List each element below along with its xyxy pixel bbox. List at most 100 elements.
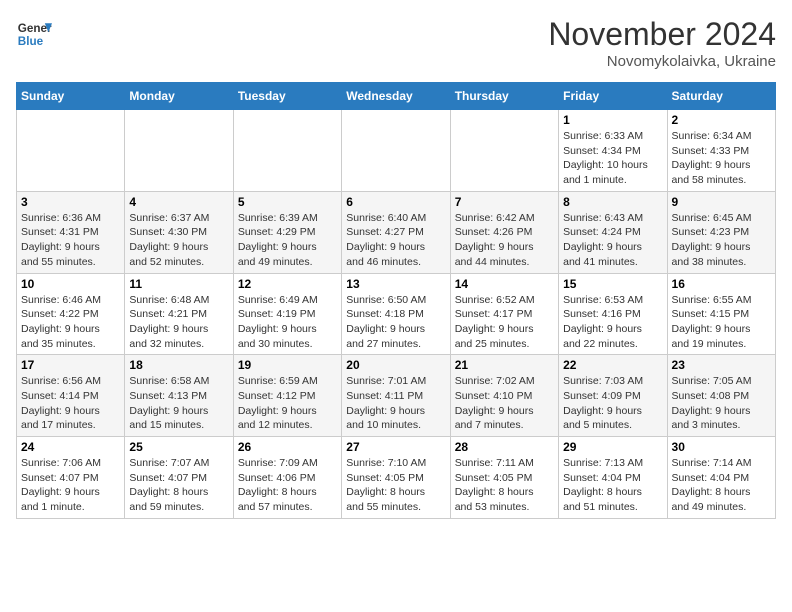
- day-number: 3: [21, 195, 120, 209]
- day-number: 12: [238, 277, 337, 291]
- header: General Blue November 2024 Novomykolaivk…: [16, 16, 776, 70]
- day-number: 25: [129, 440, 228, 454]
- day-number: 28: [455, 440, 554, 454]
- day-number: 15: [563, 277, 662, 291]
- day-info: Sunrise: 6:50 AM Sunset: 4:18 PM Dayligh…: [346, 293, 445, 352]
- calendar-cell: 22 Sunrise: 7:03 AM Sunset: 4:09 PM Dayli…: [559, 355, 667, 437]
- day-info: Sunrise: 6:52 AM Sunset: 4:17 PM Dayligh…: [455, 293, 554, 352]
- day-number: 11: [129, 277, 228, 291]
- weekday-header-tuesday: Tuesday: [233, 83, 341, 110]
- day-info: Sunrise: 6:43 AM Sunset: 4:24 PM Dayligh…: [563, 211, 662, 270]
- calendar-cell: [125, 110, 233, 192]
- weekday-header-row: SundayMondayTuesdayWednesdayThursdayFrid…: [17, 83, 776, 110]
- weekday-header-wednesday: Wednesday: [342, 83, 450, 110]
- day-number: 17: [21, 358, 120, 372]
- calendar-cell: [450, 110, 558, 192]
- calendar-cell: 21 Sunrise: 7:02 AM Sunset: 4:10 PM Dayli…: [450, 355, 558, 437]
- weekday-header-saturday: Saturday: [667, 83, 775, 110]
- location-subtitle: Novomykolaivka, Ukraine: [548, 53, 776, 70]
- day-info: Sunrise: 6:56 AM Sunset: 4:14 PM Dayligh…: [21, 374, 120, 433]
- weekday-header-thursday: Thursday: [450, 83, 558, 110]
- calendar-cell: 19Sunrise: 6:59 AM Sunset: 4:12 PM Dayli…: [233, 355, 341, 437]
- calendar-cell: 2Sunrise: 6:34 AM Sunset: 4:33 PM Daylig…: [667, 110, 775, 192]
- calendar-cell: [233, 110, 341, 192]
- day-number: 21: [455, 358, 554, 372]
- logo: General Blue: [16, 16, 52, 52]
- day-number: 1: [563, 113, 662, 127]
- calendar-cell: 26Sunrise: 7:09 AM Sunset: 4:06 PM Dayli…: [233, 437, 341, 519]
- day-number: 18: [129, 358, 228, 372]
- day-info: Sunrise: 6:46 AM Sunset: 4:22 PM Dayligh…: [21, 293, 120, 352]
- day-info: Sunrise: 6:53 AM Sunset: 4:16 PM Dayligh…: [563, 293, 662, 352]
- day-info: Sunrise: 7:07 AM Sunset: 4:07 PM Dayligh…: [129, 456, 228, 515]
- calendar-cell: 28 Sunrise: 7:11 AM Sunset: 4:05 PM Dayli…: [450, 437, 558, 519]
- day-number: 20: [346, 358, 445, 372]
- day-number: 22: [563, 358, 662, 372]
- calendar-cell: 10Sunrise: 6:46 AM Sunset: 4:22 PM Dayli…: [17, 273, 125, 355]
- week-row-3: 10Sunrise: 6:46 AM Sunset: 4:22 PM Dayli…: [17, 273, 776, 355]
- day-info: Sunrise: 7:13 AM Sunset: 4:04 PM Dayligh…: [563, 456, 662, 515]
- day-number: 9: [672, 195, 771, 209]
- weekday-header-sunday: Sunday: [17, 83, 125, 110]
- svg-text:Blue: Blue: [18, 35, 44, 48]
- calendar-cell: 8 Sunrise: 6:43 AM Sunset: 4:24 PM Daylig…: [559, 191, 667, 273]
- week-row-1: 1Sunrise: 6:33 AM Sunset: 4:34 PM Daylig…: [17, 110, 776, 192]
- day-number: 27: [346, 440, 445, 454]
- calendar-cell: 27Sunrise: 7:10 AM Sunset: 4:05 PM Dayli…: [342, 437, 450, 519]
- day-info: Sunrise: 6:45 AM Sunset: 4:23 PM Dayligh…: [672, 211, 771, 270]
- weekday-header-monday: Monday: [125, 83, 233, 110]
- day-number: 29: [563, 440, 662, 454]
- day-info: Sunrise: 6:48 AM Sunset: 4:21 PM Dayligh…: [129, 293, 228, 352]
- logo-icon: General Blue: [16, 16, 52, 52]
- day-info: Sunrise: 7:06 AM Sunset: 4:07 PM Dayligh…: [21, 456, 120, 515]
- day-number: 13: [346, 277, 445, 291]
- month-title: November 2024: [548, 16, 776, 53]
- day-info: Sunrise: 7:11 AM Sunset: 4:05 PM Dayligh…: [455, 456, 554, 515]
- title-area: November 2024 Novomykolaivka, Ukraine: [548, 16, 776, 70]
- calendar-cell: 11 Sunrise: 6:48 AM Sunset: 4:21 PM Dayli…: [125, 273, 233, 355]
- calendar-cell: 9 Sunrise: 6:45 AM Sunset: 4:23 PM Daylig…: [667, 191, 775, 273]
- day-info: Sunrise: 6:58 AM Sunset: 4:13 PM Dayligh…: [129, 374, 228, 433]
- week-row-2: 3 Sunrise: 6:36 AM Sunset: 4:31 PM Daylig…: [17, 191, 776, 273]
- calendar-cell: 4 Sunrise: 6:37 AM Sunset: 4:30 PM Daylig…: [125, 191, 233, 273]
- calendar-cell: 18 Sunrise: 6:58 AM Sunset: 4:13 PM Dayli…: [125, 355, 233, 437]
- day-number: 14: [455, 277, 554, 291]
- calendar-cell: 29 Sunrise: 7:13 AM Sunset: 4:04 PM Dayli…: [559, 437, 667, 519]
- day-info: Sunrise: 6:34 AM Sunset: 4:33 PM Dayligh…: [672, 129, 771, 188]
- day-info: Sunrise: 7:03 AM Sunset: 4:09 PM Dayligh…: [563, 374, 662, 433]
- day-number: 8: [563, 195, 662, 209]
- day-info: Sunrise: 7:09 AM Sunset: 4:06 PM Dayligh…: [238, 456, 337, 515]
- calendar-cell: 16 Sunrise: 6:55 AM Sunset: 4:15 PM Dayli…: [667, 273, 775, 355]
- day-info: Sunrise: 6:36 AM Sunset: 4:31 PM Dayligh…: [21, 211, 120, 270]
- day-info: Sunrise: 6:42 AM Sunset: 4:26 PM Dayligh…: [455, 211, 554, 270]
- day-number: 7: [455, 195, 554, 209]
- day-number: 6: [346, 195, 445, 209]
- day-info: Sunrise: 6:55 AM Sunset: 4:15 PM Dayligh…: [672, 293, 771, 352]
- day-info: Sunrise: 6:37 AM Sunset: 4:30 PM Dayligh…: [129, 211, 228, 270]
- calendar-cell: 6 Sunrise: 6:40 AM Sunset: 4:27 PM Daylig…: [342, 191, 450, 273]
- day-number: 16: [672, 277, 771, 291]
- calendar-cell: [17, 110, 125, 192]
- calendar-cell: 30Sunrise: 7:14 AM Sunset: 4:04 PM Dayli…: [667, 437, 775, 519]
- day-info: Sunrise: 6:40 AM Sunset: 4:27 PM Dayligh…: [346, 211, 445, 270]
- calendar-cell: 17 Sunrise: 6:56 AM Sunset: 4:14 PM Dayli…: [17, 355, 125, 437]
- day-info: Sunrise: 7:05 AM Sunset: 4:08 PM Dayligh…: [672, 374, 771, 433]
- calendar-cell: [342, 110, 450, 192]
- calendar-cell: 5 Sunrise: 6:39 AM Sunset: 4:29 PM Daylig…: [233, 191, 341, 273]
- calendar-cell: 13 Sunrise: 6:50 AM Sunset: 4:18 PM Dayli…: [342, 273, 450, 355]
- calendar-cell: 24Sunrise: 7:06 AM Sunset: 4:07 PM Dayli…: [17, 437, 125, 519]
- day-number: 4: [129, 195, 228, 209]
- calendar-table: SundayMondayTuesdayWednesdayThursdayFrid…: [16, 82, 776, 519]
- day-number: 23: [672, 358, 771, 372]
- day-number: 5: [238, 195, 337, 209]
- day-info: Sunrise: 7:14 AM Sunset: 4:04 PM Dayligh…: [672, 456, 771, 515]
- day-info: Sunrise: 7:01 AM Sunset: 4:11 PM Dayligh…: [346, 374, 445, 433]
- day-info: Sunrise: 6:39 AM Sunset: 4:29 PM Dayligh…: [238, 211, 337, 270]
- calendar-cell: 14 Sunrise: 6:52 AM Sunset: 4:17 PM Dayli…: [450, 273, 558, 355]
- week-row-4: 17 Sunrise: 6:56 AM Sunset: 4:14 PM Dayli…: [17, 355, 776, 437]
- day-info: Sunrise: 7:02 AM Sunset: 4:10 PM Dayligh…: [455, 374, 554, 433]
- calendar-cell: 7 Sunrise: 6:42 AM Sunset: 4:26 PM Daylig…: [450, 191, 558, 273]
- calendar-cell: 12Sunrise: 6:49 AM Sunset: 4:19 PM Dayli…: [233, 273, 341, 355]
- week-row-5: 24Sunrise: 7:06 AM Sunset: 4:07 PM Dayli…: [17, 437, 776, 519]
- calendar-cell: 15 Sunrise: 6:53 AM Sunset: 4:16 PM Dayli…: [559, 273, 667, 355]
